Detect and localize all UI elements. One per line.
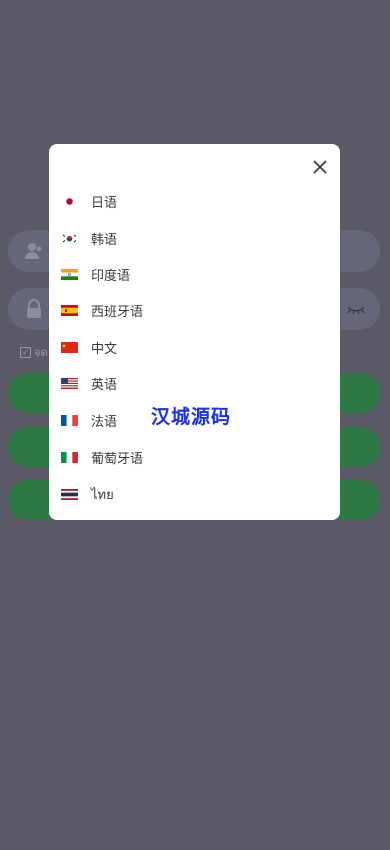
language-item-hindi[interactable]: 印度语 (61, 261, 321, 287)
language-label: 西班牙语 (91, 304, 144, 320)
language-label: 葡萄牙语 (91, 451, 144, 467)
france-flag-icon (61, 414, 78, 426)
checkbox-icon: ✓ (20, 346, 31, 358)
language-label: ไทย (91, 487, 114, 503)
eye-closed-icon[interactable] (346, 302, 366, 316)
language-item-spanish[interactable]: 西班牙语 (61, 297, 321, 323)
user-icon (25, 243, 42, 259)
spain-flag-icon (61, 304, 78, 316)
language-item-english[interactable]: 英语 (61, 370, 321, 396)
language-label: 韩语 (91, 232, 118, 248)
language-dialog: 日语 韩语 印度语 西班牙语 中文 英语 法语 葡萄牙语 ไทย (49, 144, 340, 520)
italy-flag-icon (61, 451, 78, 463)
language-label: 中文 (91, 341, 118, 357)
remember-checkbox[interactable]: ✓ จด (20, 344, 48, 360)
language-label: 日语 (91, 195, 118, 211)
language-item-chinese[interactable]: 中文 (61, 334, 321, 360)
korea-flag-icon (61, 232, 78, 244)
china-flag-icon (61, 341, 78, 353)
thailand-flag-icon (61, 488, 78, 500)
india-flag-icon (61, 268, 78, 280)
japan-flag-icon (61, 195, 78, 207)
language-item-portuguese[interactable]: 葡萄牙语 (61, 444, 321, 470)
usa-flag-icon (61, 377, 78, 389)
language-label: 印度语 (91, 268, 131, 284)
language-item-thai[interactable]: ไทย (61, 481, 321, 507)
language-label: 法语 (91, 414, 118, 430)
watermark-text: 汉城源码 (151, 406, 232, 428)
remember-label: จด (34, 346, 48, 359)
lock-icon (27, 299, 41, 318)
close-icon[interactable] (312, 159, 328, 175)
language-item-korean[interactable]: 韩语 (61, 225, 321, 251)
language-label: 英语 (91, 377, 118, 393)
language-item-japanese[interactable]: 日语 (61, 188, 321, 214)
